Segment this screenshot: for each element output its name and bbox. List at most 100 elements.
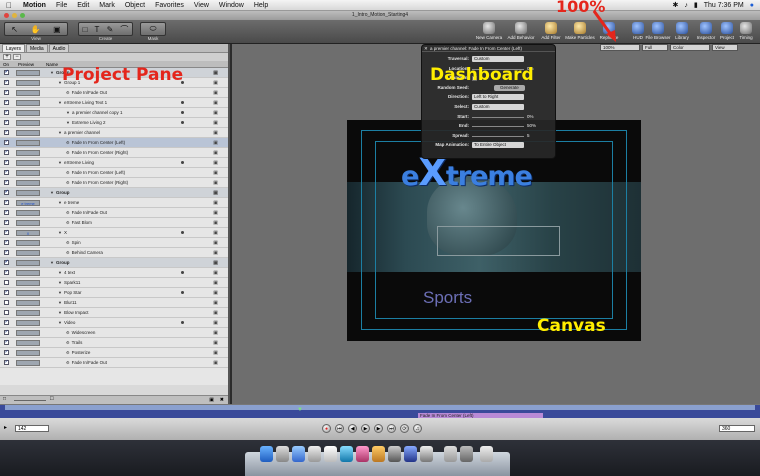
disclosure-triangle-icon[interactable]: ▼ xyxy=(58,290,62,295)
column-name[interactable]: Name xyxy=(46,62,58,67)
layer-row[interactable]: ⚙Trails ▣ xyxy=(0,338,228,348)
layer-enable-checkbox[interactable] xyxy=(4,99,9,105)
garageband-icon[interactable] xyxy=(372,446,385,462)
layer-enable-checkbox[interactable] xyxy=(4,149,9,155)
disclosure-triangle-icon[interactable]: ▼ xyxy=(58,130,62,135)
minimize-window-icon[interactable] xyxy=(12,13,17,18)
layer-name-cell[interactable]: ▼ e treme xyxy=(58,200,79,205)
layer-row[interactable]: ⚙Spin ▣ xyxy=(0,238,228,248)
safari-icon[interactable] xyxy=(292,446,305,462)
layer-enable-checkbox[interactable] xyxy=(4,259,9,265)
timeline-ruler[interactable] xyxy=(5,405,755,410)
layer-row[interactable]: ▼Group ▣ xyxy=(0,258,228,268)
lock-icon[interactable]: ▣ xyxy=(213,360,218,366)
rectangle-tool-icon[interactable]: □ xyxy=(83,25,88,34)
hud-close-icon[interactable]: ✕ xyxy=(424,45,428,52)
layer-row[interactable]: ▼Extreme Living 2 ▣ xyxy=(0,118,228,128)
layer-enable-checkbox[interactable] xyxy=(4,289,9,295)
layer-name-cell[interactable]: ▼ 4 text xyxy=(58,270,75,275)
layer-enable-checkbox[interactable] xyxy=(4,119,9,125)
layer-row[interactable]: ⚙Fade In/Fade Out ▣ xyxy=(0,208,228,218)
dashboard-slider[interactable] xyxy=(472,135,524,137)
menu-view[interactable]: View xyxy=(189,2,214,9)
layer-name-cell[interactable]: ⚙ Fade In From Center (Right) xyxy=(66,180,128,185)
layer-enable-checkbox[interactable] xyxy=(4,139,9,145)
mail-icon[interactable] xyxy=(308,446,321,462)
layer-row[interactable]: ▼eXtreme Living ▣ xyxy=(0,158,228,168)
lock-icon[interactable]: ▣ xyxy=(213,330,218,336)
layer-row[interactable]: ▼eXtreme Living Text 1 ▣ xyxy=(0,98,228,108)
bezier-tool-icon[interactable]: ⌒ xyxy=(120,24,128,35)
generate-button[interactable]: Generate xyxy=(494,84,525,91)
layer-enable-checkbox[interactable] xyxy=(4,329,9,335)
lock-icon[interactable]: ▣ xyxy=(213,230,218,236)
lock-icon[interactable]: ▣ xyxy=(213,160,218,166)
dashboard-popup[interactable]: To Entire Object xyxy=(472,142,524,149)
layer-enable-checkbox[interactable] xyxy=(4,310,9,315)
lock-icon[interactable]: ▣ xyxy=(213,350,218,356)
layer-row[interactable]: ▼Video ▣ xyxy=(0,318,228,328)
layer-row[interactable]: ⚙Fade In From Center (Left) ▣ xyxy=(0,168,228,178)
resolution-popup[interactable]: Full xyxy=(642,44,668,51)
disclosure-triangle-icon[interactable]: ▼ xyxy=(50,190,54,195)
menu-file[interactable]: File xyxy=(51,2,72,9)
lock-icon[interactable]: ▣ xyxy=(213,110,218,116)
pen-tool-icon[interactable]: ✎ xyxy=(107,25,114,34)
layer-enable-checkbox[interactable] xyxy=(4,239,9,245)
playhead-icon[interactable]: ▼ xyxy=(297,407,303,413)
layer-name-cell[interactable]: ▼ a premier channel xyxy=(58,130,100,135)
layer-row[interactable]: ⚙Fast Blom ▣ xyxy=(0,218,228,228)
trash-dock-icon[interactable] xyxy=(480,446,493,462)
lock-icon[interactable]: ▣ xyxy=(213,320,218,326)
layer-name-cell[interactable]: ⚙ Fast Blom xyxy=(66,220,92,225)
layer-name-cell[interactable]: ▼ Pop Star xyxy=(58,290,81,295)
lock-icon[interactable]: ▣ xyxy=(213,200,218,206)
layer-enable-checkbox[interactable] xyxy=(4,349,9,355)
layer-name-cell[interactable]: ⚙ Fade In From Center (Left) xyxy=(66,170,125,175)
close-window-icon[interactable] xyxy=(4,13,9,18)
lock-icon[interactable]: ▣ xyxy=(213,310,218,316)
layer-row[interactable]: ▼ Spark11 ▣ xyxy=(0,278,228,288)
downloads-folder-icon[interactable] xyxy=(460,446,473,462)
layer-enable-checkbox[interactable] xyxy=(4,69,9,75)
lock-icon[interactable]: ▣ xyxy=(213,150,218,156)
layer-name-cell[interactable]: ▼ Spark11 xyxy=(58,280,80,285)
channels-popup[interactable]: Color xyxy=(670,44,710,51)
dashboard-slider-value[interactable]: 0% xyxy=(527,114,534,119)
lock-icon[interactable]: ▣ xyxy=(213,210,218,216)
remove-layer-icon[interactable]: − xyxy=(13,54,21,60)
mask-tool-icon[interactable]: ⬭ xyxy=(150,24,157,34)
start-marker-icon[interactable]: ▸ xyxy=(4,424,7,431)
dashboard-popup[interactable]: Custom xyxy=(472,56,524,62)
dashboard-slider-value[interactable]: 5 xyxy=(527,133,530,138)
mini-timeline[interactable]: ▼ Fade In From Center (Left) xyxy=(0,404,760,419)
disclosure-triangle-icon[interactable]: ▼ xyxy=(58,300,62,305)
layer-name-cell[interactable]: ⚙ Fade In/Fade Out xyxy=(66,210,107,215)
layer-enable-checkbox[interactable] xyxy=(4,229,9,235)
lock-icon[interactable]: ▣ xyxy=(213,140,218,146)
layer-enable-checkbox[interactable] xyxy=(4,280,9,285)
lock-icon[interactable]: ▣ xyxy=(213,270,218,276)
trash-icon[interactable]: ✖ xyxy=(220,397,224,403)
iphoto-icon[interactable] xyxy=(356,446,369,462)
battery-icon[interactable]: ▮ xyxy=(694,1,698,9)
loop-button[interactable]: ⟳ xyxy=(400,424,409,433)
layer-name-cell[interactable]: ⚙ Fade In/Fade Out xyxy=(66,90,107,95)
layer-row[interactable]: ▼Group ▣ xyxy=(0,188,228,198)
layer-row[interactable]: ▼Pop Star ▣ xyxy=(0,288,228,298)
layer-enable-checkbox[interactable] xyxy=(4,179,9,185)
layer-row[interactable]: e treme▼e treme▣ xyxy=(0,198,228,208)
timing-button[interactable]: Timing xyxy=(731,21,760,43)
lock-icon[interactable]: ▣ xyxy=(213,70,218,76)
lock-icon[interactable]: ▣ xyxy=(213,260,218,266)
column-preview[interactable]: Preview xyxy=(18,62,34,67)
go-to-end-button[interactable]: ⏭ xyxy=(387,424,396,433)
zoom-popup[interactable]: 100% xyxy=(600,44,640,51)
layer-name-cell[interactable]: ▼ X xyxy=(58,230,67,235)
disclosure-triangle-icon[interactable]: ▼ xyxy=(58,270,62,275)
dashboard-popup[interactable]: Custom xyxy=(472,104,524,110)
layer-name-cell[interactable]: ⚙ Fade In From Center (Right) xyxy=(66,150,128,155)
menu-window[interactable]: Window xyxy=(214,2,249,9)
layer-enable-checkbox[interactable] xyxy=(4,300,9,305)
layer-name-cell[interactable]: ▼ eXtreme Living Text 1 xyxy=(58,100,107,105)
